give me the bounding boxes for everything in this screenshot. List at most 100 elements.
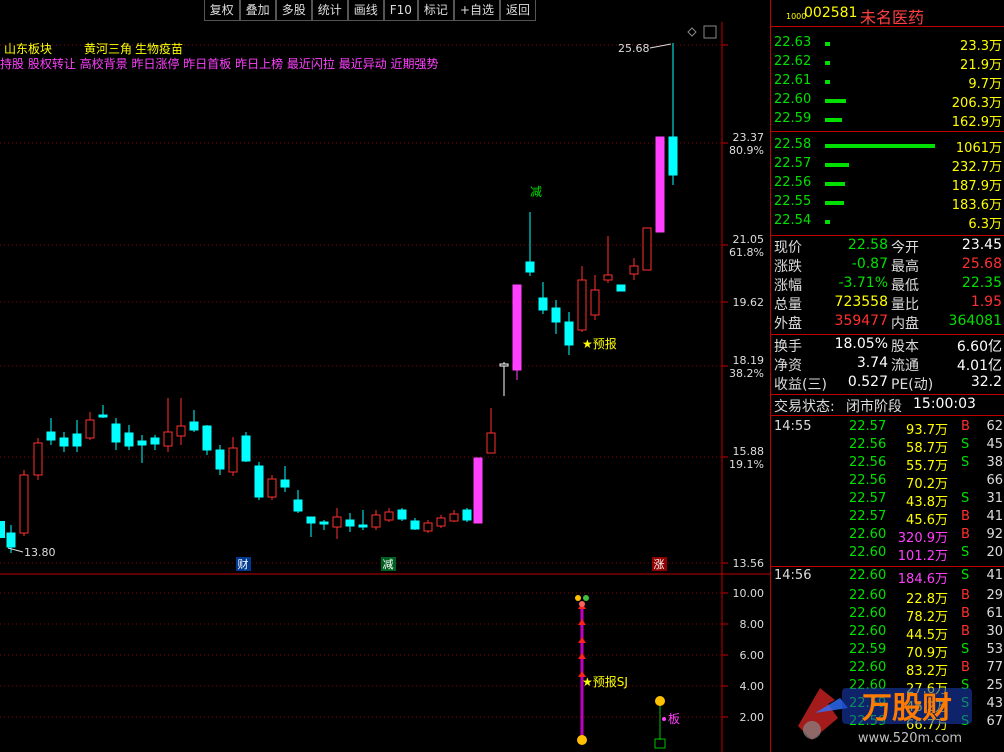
candle-body <box>98 414 108 418</box>
candle-body <box>332 516 342 528</box>
toolbar-button-8[interactable]: 返回 <box>499 0 536 21</box>
trading-status: 交易状态: 闭市阶段 15:00:03 <box>771 395 1004 416</box>
tick-count: 61 <box>986 606 1003 621</box>
tick-count: 62 <box>986 419 1003 434</box>
order-volume: 187.9万 <box>951 179 1002 194</box>
panel-toggle-icon <box>703 25 717 39</box>
order-asks-row[interactable]: 22.59 162.9万 <box>771 110 1004 130</box>
order-price: 22.58 <box>774 137 812 152</box>
tick-side: S <box>961 491 970 506</box>
tick-price: 22.60 <box>849 568 887 583</box>
order-bids-row[interactable]: 22.54 6.3万 <box>771 212 1004 232</box>
tick-side: B <box>961 527 970 542</box>
order-bids-row[interactable]: 22.56 187.9万 <box>771 174 1004 194</box>
high-price-label: 25.68 <box>618 42 650 55</box>
candle-body <box>384 511 394 521</box>
tick-row[interactable]: 14:55 22.57 93.7万 B 62 <box>771 418 1004 438</box>
fundamental-value: 32.2 <box>970 374 1002 390</box>
kline-svg[interactable]: 23.3780.9% 21.0561.8% 19.62 18.1938.2% 15.88… <box>0 0 770 752</box>
coin-icon <box>575 595 581 601</box>
fundamental-row: 换手 18.05% 股本 6.60亿 <box>771 336 1004 355</box>
board-marker: 板 <box>668 712 680 726</box>
candle-body <box>306 516 316 524</box>
fundamental-value: 18.05% <box>834 336 888 352</box>
fundamental-label: 换手 <box>774 339 802 355</box>
tick-row[interactable]: 22.60 22.8万 B 29 <box>771 587 1004 607</box>
tick-row[interactable]: 22.60 101.2万 S 20 <box>771 544 1004 564</box>
toolbar-button-2[interactable]: 多股 <box>275 0 312 21</box>
concept-tags[interactable]: 持股 股权转让 高校背景 昨日涨停 昨日首板 昨日上榜 最近闪拉 最近异动 近期… <box>0 55 439 72</box>
toolbar-button-0[interactable]: 复权 <box>203 0 240 21</box>
price-label: 21.05 <box>733 233 765 246</box>
tick-side: S <box>961 455 970 470</box>
tick-row[interactable]: 22.57 43.8万 S 31 <box>771 490 1004 510</box>
tick-side: S <box>961 568 970 583</box>
tick-side: B <box>961 419 970 434</box>
toolbar-button-6[interactable]: 标记 <box>417 0 454 21</box>
tick-row[interactable]: 22.60 78.2万 B 61 <box>771 605 1004 625</box>
candle-body <box>577 279 587 331</box>
order-volume-bar <box>825 144 935 148</box>
tick-count: 41 <box>986 509 1003 524</box>
order-asks-row[interactable]: 22.63 23.3万 <box>771 34 1004 54</box>
arrow-up-icon <box>578 653 586 659</box>
candle-body <box>603 274 613 281</box>
event-marker-jian-2: 减 <box>530 185 542 199</box>
tick-row[interactable]: 14:56 22.60 184.6万 S 41 <box>771 566 1004 587</box>
tick-price: 22.56 <box>849 473 887 488</box>
candle-body <box>358 524 368 528</box>
candle-body <box>499 363 509 367</box>
tick-count: 31 <box>986 491 1003 506</box>
toolbar-button-1[interactable]: 叠加 <box>239 0 276 21</box>
quote-row: 涨幅 -3.71% 最低 22.35 <box>771 275 1004 294</box>
tick-row[interactable]: 22.60 44.5万 B 30 <box>771 623 1004 643</box>
quote-row: 总量 723558 量比 1.95 <box>771 294 1004 313</box>
kline-chart-area[interactable]: 复权 叠加 多股 统计 画线 F10 标记 +自选 返回 23.37 80.9% 21.05 61.8… <box>0 0 770 752</box>
quote-value: 364081 <box>948 313 1002 329</box>
toolbar-button-7[interactable]: +自选 <box>453 0 500 21</box>
tick-price: 22.59 <box>849 642 887 657</box>
price-pct-label: 61.8% <box>729 246 764 259</box>
tick-count: 45 <box>986 437 1003 452</box>
tick-price: 22.60 <box>849 588 887 603</box>
stock-name[interactable]: 未名医药 <box>860 4 924 28</box>
quote-label: 今开 <box>891 240 919 256</box>
tick-row[interactable]: 22.56 55.7万 S 38 <box>771 454 1004 474</box>
money-bag-icon <box>655 696 665 706</box>
order-bids-row[interactable]: 22.58 1061万 <box>771 136 1004 156</box>
tick-row[interactable]: 22.56 58.7万 S 45 <box>771 436 1004 456</box>
order-asks-row[interactable]: 22.61 9.7万 <box>771 72 1004 92</box>
tick-count: 77 <box>986 660 1003 675</box>
order-bids-row[interactable]: 22.57 232.7万 <box>771 155 1004 175</box>
watermark-text: 万股财 <box>862 691 952 726</box>
order-asks-row[interactable]: 22.60 206.3万 <box>771 91 1004 111</box>
toolbar-button-3[interactable]: 统计 <box>311 0 348 21</box>
tick-row[interactable]: 22.59 70.9万 S 53 <box>771 641 1004 661</box>
tick-row[interactable]: 22.60 83.2万 B 77 <box>771 659 1004 679</box>
status-value: 闭市阶段 <box>846 399 902 415</box>
order-volume-bar <box>825 220 830 224</box>
status-label: 交易状态: <box>774 399 835 415</box>
tick-row[interactable]: 22.56 70.2万 66 <box>771 472 1004 492</box>
order-bids-row[interactable]: 22.55 183.6万 <box>771 193 1004 213</box>
candle-body <box>423 522 433 532</box>
forecast-marker: ★预报 <box>582 336 617 351</box>
order-asks-row[interactable]: 22.62 21.9万 <box>771 53 1004 73</box>
toolbar-button-5[interactable]: F10 <box>383 0 418 21</box>
tick-row[interactable]: 22.60 320.9万 B 92 <box>771 526 1004 546</box>
stock-code[interactable]: 002581 <box>804 5 857 21</box>
candle-body <box>655 136 665 233</box>
tick-price: 22.57 <box>849 509 887 524</box>
quote-value: 359477 <box>834 313 888 329</box>
fundamental-value: 0.527 <box>847 374 888 390</box>
quote-value: 1.95 <box>970 294 1002 310</box>
toolbar-button-4[interactable]: 画线 <box>347 0 384 21</box>
order-volume-bar <box>825 80 830 84</box>
quote-row: 外盘 359477 内盘 364081 <box>771 313 1004 332</box>
tick-row[interactable]: 22.57 45.6万 B 41 <box>771 508 1004 528</box>
tick-price: 22.57 <box>849 419 887 434</box>
order-volume: 232.7万 <box>951 160 1002 175</box>
candle-body <box>46 431 56 441</box>
candle-body <box>616 284 626 292</box>
order-price: 22.61 <box>774 73 812 88</box>
